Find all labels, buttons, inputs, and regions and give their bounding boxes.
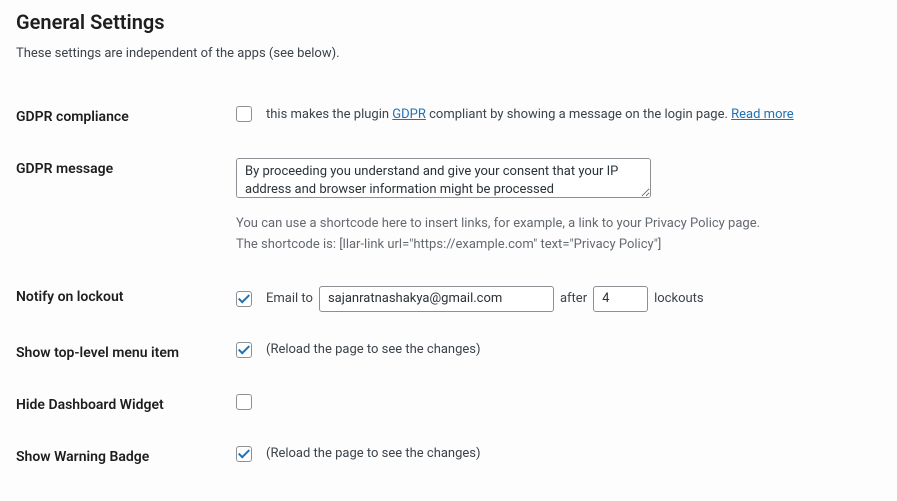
hide-dashboard-checkbox[interactable] [236, 394, 252, 410]
show-top-menu-checkbox[interactable] [236, 342, 252, 358]
gdpr-hint-line2: The shortcode is: [llar-link url="https:… [236, 235, 871, 256]
notify-email-input[interactable] [319, 286, 554, 312]
after-label: after [560, 291, 587, 306]
show-warning-badge-note: (Reload the page to see the changes) [266, 446, 481, 461]
gdpr-compliance-checkbox[interactable] [236, 106, 252, 122]
gdpr-message-hint: You can use a shortcode here to insert l… [236, 214, 871, 256]
section-description: These settings are independent of the ap… [16, 46, 881, 61]
settings-form-table: GDPR compliance this makes the plugin GD… [16, 91, 881, 483]
gdpr-compliance-text-2: compliant by showing a message on the lo… [426, 107, 731, 122]
gdpr-compliance-text: this makes the plugin [266, 107, 392, 122]
gdpr-readmore-link[interactable]: Read more [731, 107, 794, 122]
gdpr-link[interactable]: GDPR [392, 107, 426, 122]
gdpr-compliance-label: GDPR compliance [16, 91, 236, 143]
hide-dashboard-label: Hide Dashboard Widget [16, 379, 236, 431]
show-warning-badge-checkbox[interactable] [236, 446, 252, 462]
email-to-label: Email to [266, 291, 313, 306]
notify-lockout-label: Notify on lockout [16, 271, 236, 327]
notify-lockout-checkbox[interactable] [236, 291, 252, 307]
show-top-menu-label: Show top-level menu item [16, 327, 236, 379]
gdpr-hint-line1: You can use a shortcode here to insert l… [236, 214, 871, 235]
show-top-menu-note: (Reload the page to see the changes) [266, 342, 481, 357]
gdpr-message-label: GDPR message [16, 143, 236, 271]
gdpr-message-textarea[interactable]: By proceeding you understand and give yo… [236, 158, 651, 198]
section-title: General Settings [16, 10, 881, 34]
show-warning-badge-label: Show Warning Badge [16, 431, 236, 483]
notify-lockouts-count-input[interactable] [593, 286, 648, 312]
lockouts-label: lockouts [654, 291, 704, 306]
